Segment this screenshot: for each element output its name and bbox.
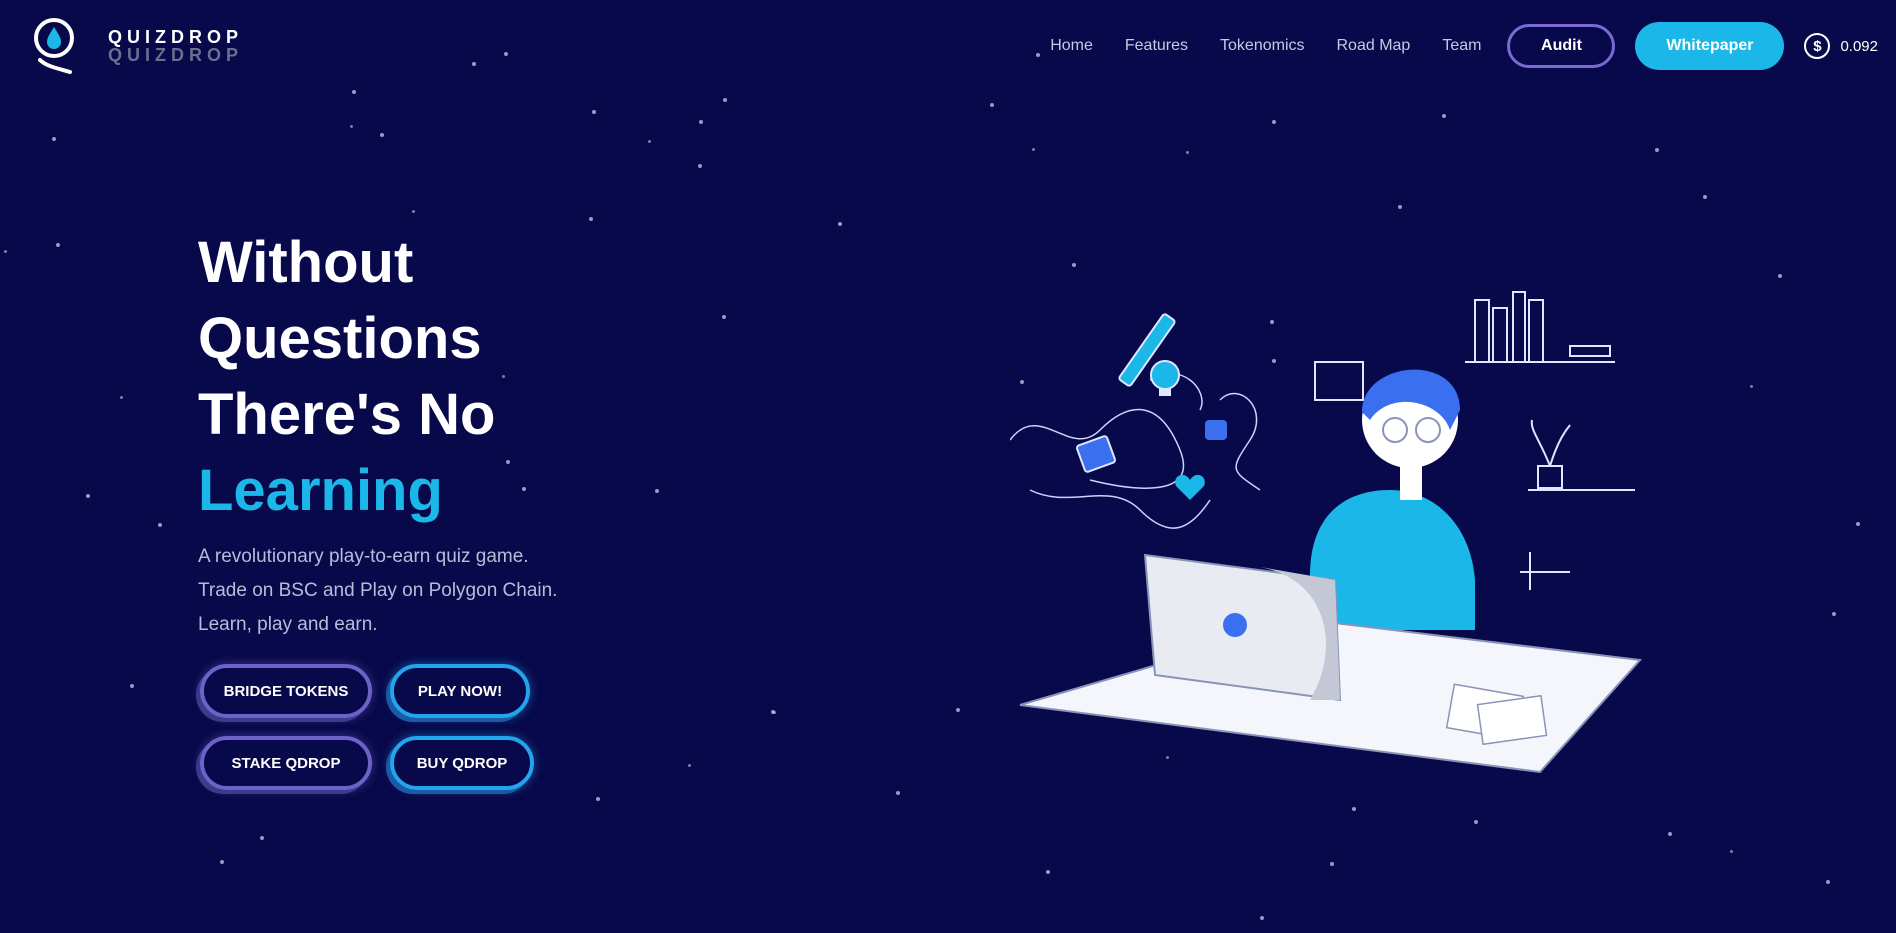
- hero-title-line-1: Without: [198, 230, 414, 295]
- brand-name-shadow: QUIZDROP: [108, 45, 244, 65]
- hero-title-line-2: Questions: [198, 306, 482, 371]
- thumbs-up-icon: [1205, 420, 1227, 440]
- doodle-lines: [1010, 372, 1261, 529]
- hero-title: Without Questions There's No Learning: [198, 225, 495, 529]
- stake-qdrop-button[interactable]: STAKE QDROP: [200, 736, 372, 790]
- hero-title-line-3: There's No: [198, 382, 496, 447]
- note-icon: [1076, 435, 1116, 473]
- hero-description: A revolutionary play-to-earn quiz game. …: [198, 540, 557, 642]
- laptop-icon: [1143, 553, 1342, 702]
- audit-button[interactable]: Audit: [1507, 24, 1616, 68]
- token-price: $ 0.092: [1804, 33, 1878, 59]
- nav-tokenomics[interactable]: Tokenomics: [1220, 37, 1304, 55]
- hero-description-line-3: Learn, play and earn.: [198, 614, 378, 635]
- whitepaper-button[interactable]: Whitepaper: [1635, 22, 1785, 70]
- wall-lines: [1520, 552, 1570, 590]
- bookshelf-icon: [1465, 291, 1615, 363]
- brand-logo[interactable]: QUIZDROP QUIZDROP: [32, 16, 243, 76]
- drop-in-magnifier-icon: [34, 18, 74, 74]
- nav-features[interactable]: Features: [1125, 37, 1188, 55]
- heart-icon: [1175, 474, 1205, 500]
- student-laptop-illustration: [1010, 291, 1643, 774]
- nav-team[interactable]: Team: [1442, 37, 1481, 55]
- plant-shelf-icon: [1528, 419, 1635, 491]
- picture-frame-icon: [1314, 361, 1364, 401]
- bridge-tokens-button[interactable]: BRIDGE TOKENS: [200, 664, 372, 718]
- top-navigation: Home Features Tokenomics Road Map Team A…: [1050, 22, 1896, 70]
- buy-qdrop-button[interactable]: BUY QDROP: [390, 736, 534, 790]
- token-price-value: 0.092: [1840, 37, 1878, 55]
- hero-description-line-2: Trade on BSC and Play on Polygon Chain.: [198, 580, 558, 601]
- nav-road-map[interactable]: Road Map: [1337, 37, 1411, 55]
- dollar-circle-icon: $: [1804, 33, 1831, 59]
- hero-title-accent: Learning: [198, 458, 443, 523]
- lightbulb-icon: [1150, 360, 1180, 396]
- hero-description-line-1: A revolutionary play-to-earn quiz game.: [198, 546, 529, 567]
- nav-home[interactable]: Home: [1050, 37, 1093, 55]
- play-now-button[interactable]: PLAY NOW!: [390, 664, 530, 718]
- brand-name: QUIZDROP: [108, 27, 244, 47]
